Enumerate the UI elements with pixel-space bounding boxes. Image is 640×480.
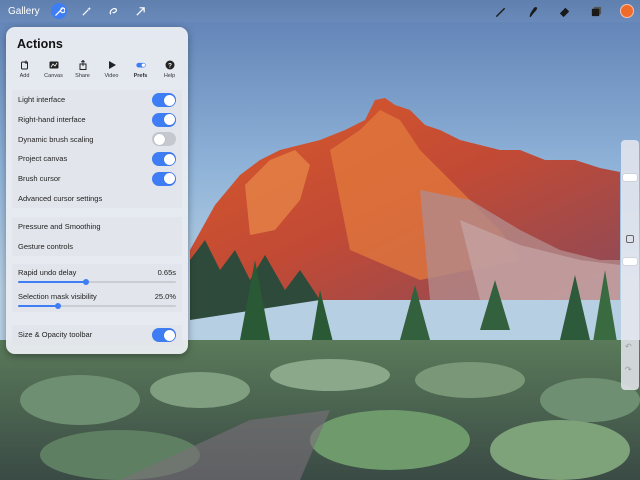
layers-icon	[591, 6, 601, 16]
brush-icon	[495, 7, 505, 17]
pref-right-hand-interface: Right-hand interface	[12, 110, 182, 130]
pref-label: Selection mask visibility	[18, 292, 97, 301]
pref-project-canvas: Project canvas	[12, 149, 182, 169]
smudge-icon	[529, 6, 537, 17]
selection-button[interactable]	[105, 3, 121, 19]
tab-label: Prefs	[133, 73, 148, 79]
brush-size-slider[interactable]	[623, 174, 637, 181]
brush-size-opacity-sidebar: ↶ ↷	[621, 140, 639, 390]
magic-wand-icon	[81, 6, 91, 16]
tab-add[interactable]: Add	[10, 59, 39, 83]
canvas-icon	[49, 61, 58, 69]
toggle-icon	[135, 62, 146, 68]
actions-panel: Actions Add Canvas Share Video Prefs ? H…	[6, 27, 188, 354]
tab-prefs[interactable]: Prefs	[126, 59, 155, 83]
tab-canvas[interactable]: Canvas	[39, 59, 68, 83]
add-icon	[20, 60, 28, 70]
selection-mask-visibility-slider[interactable]	[18, 303, 176, 309]
pref-label: Size & Opacity toolbar	[18, 330, 93, 340]
actions-button[interactable]	[51, 3, 67, 19]
pref-size-opacity-toolbar: Size & Opacity toolbar	[12, 325, 182, 345]
rapid-undo-delay-slider[interactable]	[18, 279, 176, 285]
pref-brush-cursor: Brush cursor	[12, 169, 182, 189]
pref-label: Advanced cursor settings	[18, 193, 103, 203]
prefs-slider-group: Rapid undo delay 0.65s Selection mask vi…	[12, 264, 182, 312]
opacity-slider[interactable]	[623, 258, 637, 265]
prefs-size-opacity-group: Size & Opacity toolbar	[12, 325, 182, 345]
slider-value: 25.0%	[154, 292, 176, 301]
advanced-cursor-settings[interactable]: Advanced cursor settings	[12, 188, 182, 208]
brush-cursor-toggle[interactable]	[152, 171, 176, 186]
pref-label: Gesture controls	[18, 242, 74, 252]
tab-help[interactable]: ? Help	[155, 59, 184, 83]
eraser-icon	[559, 7, 569, 17]
rapid-undo-delay-row: Rapid undo delay 0.65s	[12, 264, 182, 288]
layers-button[interactable]	[588, 3, 604, 19]
prefs-toggle-group: Light interface Right-hand interface Dyn…	[12, 90, 182, 209]
right-hand-interface-toggle[interactable]	[152, 112, 176, 127]
undo-icon[interactable]: ↶	[625, 342, 632, 351]
transform-arrow-icon	[135, 6, 145, 16]
smudge-button[interactable]	[524, 3, 540, 19]
pref-label: Dynamic brush scaling	[18, 134, 94, 144]
pref-label: Rapid undo delay	[18, 268, 77, 277]
pref-dynamic-brush-scaling: Dynamic brush scaling	[12, 129, 182, 149]
pref-label: Light interface	[18, 95, 66, 105]
help-icon: ?	[165, 60, 174, 70]
wrench-icon	[54, 6, 65, 16]
svg-text:?: ?	[168, 62, 172, 69]
gallery-button[interactable]: Gallery	[8, 6, 40, 17]
dynamic-brush-scaling-toggle[interactable]	[152, 132, 176, 147]
color-picker-button[interactable]	[620, 4, 634, 18]
panel-title: Actions	[17, 37, 63, 51]
pref-label: Project canvas	[18, 154, 68, 164]
modify-button[interactable]	[626, 235, 634, 243]
gesture-controls[interactable]: Gesture controls	[12, 237, 182, 257]
transform-button[interactable]	[132, 3, 148, 19]
pref-label: Brush cursor	[18, 174, 61, 184]
top-toolbar: Gallery	[0, 0, 640, 22]
pref-label: Pressure and Smoothing	[18, 222, 101, 232]
pressure-and-smoothing[interactable]: Pressure and Smoothing	[12, 217, 182, 237]
pref-label: Right-hand interface	[18, 115, 86, 125]
redo-icon[interactable]: ↷	[625, 365, 632, 374]
selection-mask-visibility-row: Selection mask visibility 25.0%	[12, 288, 182, 312]
size-opacity-toolbar-toggle[interactable]	[152, 328, 176, 342]
adjustments-button[interactable]	[78, 3, 94, 19]
tab-label: Help	[163, 73, 176, 79]
share-icon	[79, 60, 86, 70]
right-tools	[492, 0, 640, 22]
eraser-button[interactable]	[556, 3, 572, 19]
brush-button[interactable]	[492, 3, 508, 19]
project-canvas-toggle[interactable]	[152, 152, 176, 167]
selection-icon	[109, 7, 117, 15]
tab-label: Add	[19, 73, 30, 79]
tab-label: Canvas	[44, 73, 63, 79]
slider-value: 0.65s	[157, 268, 176, 277]
tab-label: Video	[104, 73, 119, 79]
pref-light-interface: Light interface	[12, 90, 182, 110]
tab-label: Share	[75, 73, 90, 79]
prefs-nav-group: Pressure and Smoothing Gesture controls	[12, 217, 182, 257]
tab-share[interactable]: Share	[68, 59, 97, 83]
actions-tabs: Add Canvas Share Video Prefs ? Help	[10, 59, 184, 83]
light-interface-toggle[interactable]	[152, 93, 176, 107]
play-icon	[108, 61, 116, 69]
tab-video[interactable]: Video	[97, 59, 126, 83]
